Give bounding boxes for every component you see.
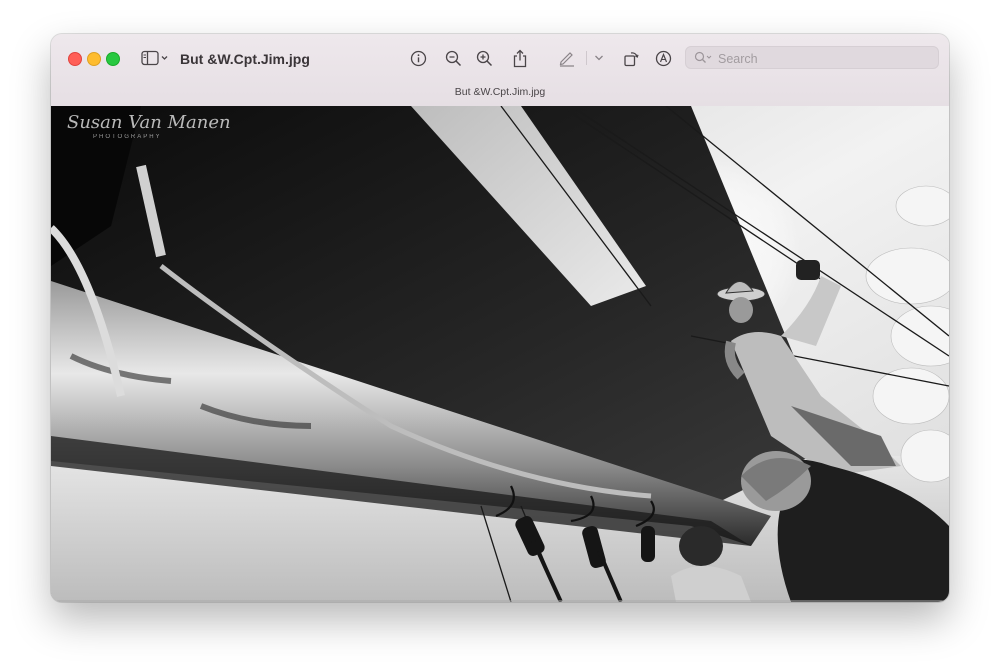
zoom-out-button[interactable] [443,48,463,68]
chevron-down-icon [595,55,603,61]
search-field[interactable] [685,46,939,69]
minimize-button[interactable] [87,52,101,66]
maximize-button[interactable] [106,52,120,66]
info-icon [410,50,426,66]
search-input[interactable] [716,48,930,69]
image-canvas: Susan Van Manen PHOTOGRAPHY [51,106,949,602]
title-bar: But &W.Cpt.Jim.jpg Search But &W.Cpt.Jim… [51,34,949,107]
annotate-button[interactable] [653,48,673,68]
sidebar-toggle-button[interactable] [138,48,172,68]
share-icon [513,49,527,67]
preview-window: But &W.Cpt.Jim.jpg Search But &W.Cpt.Jim… [51,34,949,602]
search-icon [694,51,712,63]
info-button[interactable] [408,48,428,68]
photo: Susan Van Manen PHOTOGRAPHY [51,106,949,602]
close-button[interactable] [68,52,82,66]
document-title: But &W.Cpt.Jim.jpg [454,86,546,98]
watermark-subtitle: PHOTOGRAPHY [93,134,162,140]
markup-button[interactable] [556,48,578,68]
toolbar-separator [586,51,587,65]
sidebar-icon [141,50,168,66]
zoom-in-button[interactable] [474,48,494,68]
rotate-button[interactable] [621,48,641,68]
rotate-icon [623,51,639,66]
markup-options-button[interactable] [591,48,607,68]
share-button[interactable] [510,48,530,68]
pen-icon [559,52,574,67]
window-title: But &W.Cpt.Jim.jpg [180,51,310,67]
annotate-icon [655,50,671,66]
watermark-signature: Susan Van Manen [67,112,231,133]
zoom-out-icon [445,50,461,66]
zoom-in-icon [476,50,492,66]
